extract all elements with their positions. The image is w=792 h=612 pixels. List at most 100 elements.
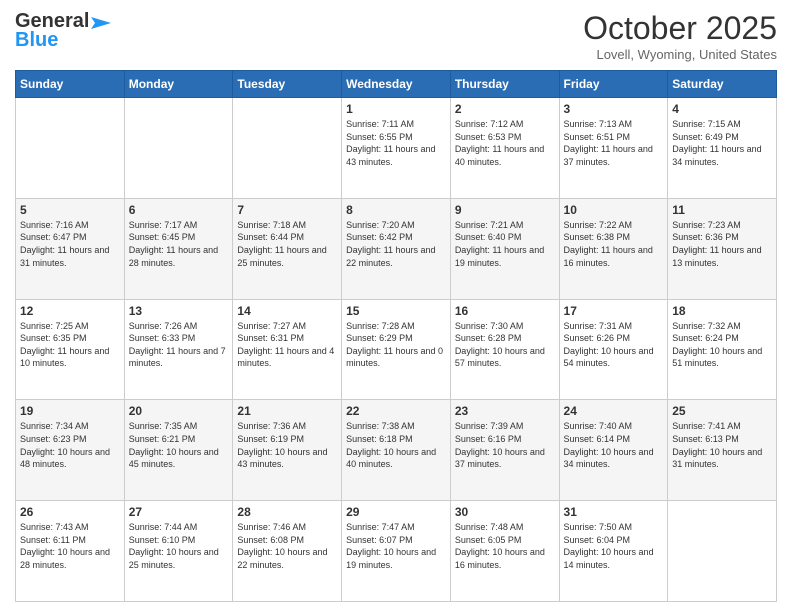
calendar-cell: 6 Sunrise: 7:17 AM Sunset: 6:45 PM Daylig… xyxy=(124,198,233,299)
day-info: Sunrise: 7:22 AM Sunset: 6:38 PM Dayligh… xyxy=(564,219,664,269)
calendar-cell: 21 Sunrise: 7:36 AM Sunset: 6:19 PM Dayli… xyxy=(233,400,342,501)
page: General Blue October 2025 Lovell, Wyomin… xyxy=(0,0,792,612)
day-number: 25 xyxy=(672,404,772,418)
calendar-cell: 20 Sunrise: 7:35 AM Sunset: 6:21 PM Dayli… xyxy=(124,400,233,501)
header: General Blue October 2025 Lovell, Wyomin… xyxy=(15,10,777,62)
calendar-header-row: SundayMondayTuesdayWednesdayThursdayFrid… xyxy=(16,71,777,98)
day-number: 12 xyxy=(20,304,120,318)
calendar-cell: 3 Sunrise: 7:13 AM Sunset: 6:51 PM Daylig… xyxy=(559,98,668,199)
day-header-tuesday: Tuesday xyxy=(233,71,342,98)
day-number: 9 xyxy=(455,203,555,217)
calendar-week-row: 26Sunrise: 7:43 AM Sunset: 6:11 PM Dayli… xyxy=(16,501,777,602)
day-number: 11 xyxy=(672,203,772,217)
day-info: Sunrise: 7:21 AM Sunset: 6:40 PM Dayligh… xyxy=(455,219,555,269)
calendar-week-row: 19Sunrise: 7:34 AM Sunset: 6:23 PM Dayli… xyxy=(16,400,777,501)
calendar-cell: 8 Sunrise: 7:20 AM Sunset: 6:42 PM Daylig… xyxy=(342,198,451,299)
day-number: 7 xyxy=(237,203,337,217)
title-section: October 2025 Lovell, Wyoming, United Sta… xyxy=(583,10,777,62)
day-number: 14 xyxy=(237,304,337,318)
calendar-cell: 26Sunrise: 7:43 AM Sunset: 6:11 PM Dayli… xyxy=(16,501,125,602)
day-info: Sunrise: 7:11 AM Sunset: 6:55 PM Dayligh… xyxy=(346,118,446,168)
month-title: October 2025 xyxy=(583,10,777,47)
calendar-cell xyxy=(233,98,342,199)
location: Lovell, Wyoming, United States xyxy=(583,47,777,62)
day-info: Sunrise: 7:39 AM Sunset: 6:16 PM Dayligh… xyxy=(455,420,555,470)
day-info: Sunrise: 7:20 AM Sunset: 6:42 PM Dayligh… xyxy=(346,219,446,269)
calendar-cell: 19Sunrise: 7:34 AM Sunset: 6:23 PM Dayli… xyxy=(16,400,125,501)
calendar-week-row: 1 Sunrise: 7:11 AM Sunset: 6:55 PM Daylig… xyxy=(16,98,777,199)
calendar-cell xyxy=(124,98,233,199)
day-number: 31 xyxy=(564,505,664,519)
calendar-cell: 29Sunrise: 7:47 AM Sunset: 6:07 PM Dayli… xyxy=(342,501,451,602)
calendar-cell: 16Sunrise: 7:30 AM Sunset: 6:28 PM Dayli… xyxy=(450,299,559,400)
calendar-cell: 9 Sunrise: 7:21 AM Sunset: 6:40 PM Daylig… xyxy=(450,198,559,299)
day-header-wednesday: Wednesday xyxy=(342,71,451,98)
day-number: 30 xyxy=(455,505,555,519)
day-number: 24 xyxy=(564,404,664,418)
day-info: Sunrise: 7:40 AM Sunset: 6:14 PM Dayligh… xyxy=(564,420,664,470)
calendar-cell: 7 Sunrise: 7:18 AM Sunset: 6:44 PM Daylig… xyxy=(233,198,342,299)
calendar-cell: 17 Sunrise: 7:31 AM Sunset: 6:26 PM Dayli… xyxy=(559,299,668,400)
calendar-table: SundayMondayTuesdayWednesdayThursdayFrid… xyxy=(15,70,777,602)
calendar-cell: 1 Sunrise: 7:11 AM Sunset: 6:55 PM Daylig… xyxy=(342,98,451,199)
day-number: 15 xyxy=(346,304,446,318)
day-number: 5 xyxy=(20,203,120,217)
day-info: Sunrise: 7:35 AM Sunset: 6:21 PM Dayligh… xyxy=(129,420,229,470)
day-info: Sunrise: 7:17 AM Sunset: 6:45 PM Dayligh… xyxy=(129,219,229,269)
day-number: 20 xyxy=(129,404,229,418)
logo: General Blue xyxy=(15,10,111,52)
calendar-cell: 14 Sunrise: 7:27 AM Sunset: 6:31 PM Dayli… xyxy=(233,299,342,400)
day-header-monday: Monday xyxy=(124,71,233,98)
day-info: Sunrise: 7:48 AM Sunset: 6:05 PM Dayligh… xyxy=(455,521,555,571)
calendar-cell: 31 Sunrise: 7:50 AM Sunset: 6:04 PM Dayli… xyxy=(559,501,668,602)
day-info: Sunrise: 7:23 AM Sunset: 6:36 PM Dayligh… xyxy=(672,219,772,269)
calendar-cell xyxy=(16,98,125,199)
day-header-friday: Friday xyxy=(559,71,668,98)
day-number: 26 xyxy=(20,505,120,519)
logo-bird-icon xyxy=(91,15,111,31)
calendar-cell: 22 Sunrise: 7:38 AM Sunset: 6:18 PM Dayli… xyxy=(342,400,451,501)
day-info: Sunrise: 7:46 AM Sunset: 6:08 PM Dayligh… xyxy=(237,521,337,571)
calendar-cell: 27Sunrise: 7:44 AM Sunset: 6:10 PM Dayli… xyxy=(124,501,233,602)
day-info: Sunrise: 7:38 AM Sunset: 6:18 PM Dayligh… xyxy=(346,420,446,470)
day-info: Sunrise: 7:12 AM Sunset: 6:53 PM Dayligh… xyxy=(455,118,555,168)
day-number: 8 xyxy=(346,203,446,217)
day-info: Sunrise: 7:26 AM Sunset: 6:33 PM Dayligh… xyxy=(129,320,229,370)
calendar-cell: 13Sunrise: 7:26 AM Sunset: 6:33 PM Dayli… xyxy=(124,299,233,400)
day-header-thursday: Thursday xyxy=(450,71,559,98)
day-header-saturday: Saturday xyxy=(668,71,777,98)
day-info: Sunrise: 7:36 AM Sunset: 6:19 PM Dayligh… xyxy=(237,420,337,470)
day-number: 19 xyxy=(20,404,120,418)
day-info: Sunrise: 7:18 AM Sunset: 6:44 PM Dayligh… xyxy=(237,219,337,269)
day-number: 10 xyxy=(564,203,664,217)
calendar-cell: 28 Sunrise: 7:46 AM Sunset: 6:08 PM Dayli… xyxy=(233,501,342,602)
day-number: 6 xyxy=(129,203,229,217)
day-number: 17 xyxy=(564,304,664,318)
day-info: Sunrise: 7:44 AM Sunset: 6:10 PM Dayligh… xyxy=(129,521,229,571)
calendar-cell: 2 Sunrise: 7:12 AM Sunset: 6:53 PM Daylig… xyxy=(450,98,559,199)
day-info: Sunrise: 7:16 AM Sunset: 6:47 PM Dayligh… xyxy=(20,219,120,269)
day-info: Sunrise: 7:32 AM Sunset: 6:24 PM Dayligh… xyxy=(672,320,772,370)
day-number: 21 xyxy=(237,404,337,418)
logo-blue: Blue xyxy=(15,29,58,52)
calendar-cell: 12 Sunrise: 7:25 AM Sunset: 6:35 PM Dayli… xyxy=(16,299,125,400)
day-info: Sunrise: 7:13 AM Sunset: 6:51 PM Dayligh… xyxy=(564,118,664,168)
day-info: Sunrise: 7:50 AM Sunset: 6:04 PM Dayligh… xyxy=(564,521,664,571)
day-number: 1 xyxy=(346,102,446,116)
calendar-cell: 11 Sunrise: 7:23 AM Sunset: 6:36 PM Dayli… xyxy=(668,198,777,299)
day-number: 4 xyxy=(672,102,772,116)
day-number: 3 xyxy=(564,102,664,116)
day-info: Sunrise: 7:27 AM Sunset: 6:31 PM Dayligh… xyxy=(237,320,337,370)
day-info: Sunrise: 7:31 AM Sunset: 6:26 PM Dayligh… xyxy=(564,320,664,370)
calendar-cell: 25Sunrise: 7:41 AM Sunset: 6:13 PM Dayli… xyxy=(668,400,777,501)
day-number: 2 xyxy=(455,102,555,116)
calendar-cell: 24 Sunrise: 7:40 AM Sunset: 6:14 PM Dayli… xyxy=(559,400,668,501)
calendar-cell: 18Sunrise: 7:32 AM Sunset: 6:24 PM Dayli… xyxy=(668,299,777,400)
day-number: 16 xyxy=(455,304,555,318)
day-info: Sunrise: 7:25 AM Sunset: 6:35 PM Dayligh… xyxy=(20,320,120,370)
day-number: 28 xyxy=(237,505,337,519)
day-info: Sunrise: 7:15 AM Sunset: 6:49 PM Dayligh… xyxy=(672,118,772,168)
calendar-cell: 23Sunrise: 7:39 AM Sunset: 6:16 PM Dayli… xyxy=(450,400,559,501)
calendar-cell: 15Sunrise: 7:28 AM Sunset: 6:29 PM Dayli… xyxy=(342,299,451,400)
day-number: 22 xyxy=(346,404,446,418)
